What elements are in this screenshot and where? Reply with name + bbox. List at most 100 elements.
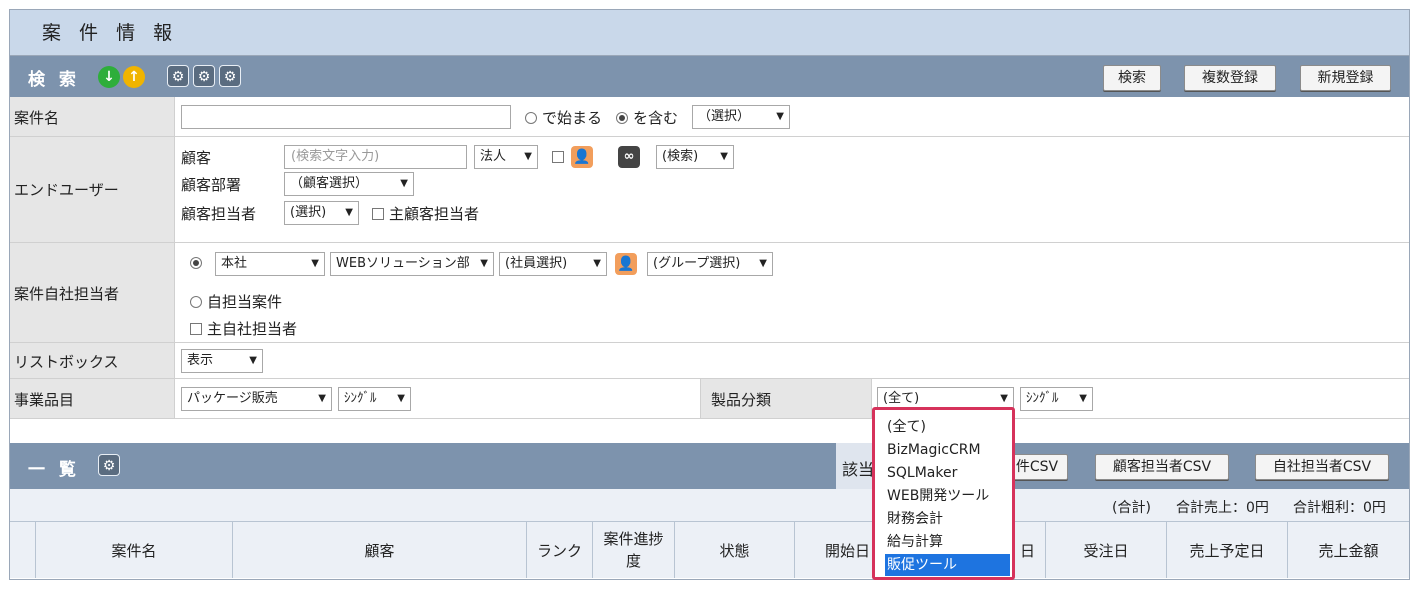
listbox-select-value: 表示: [187, 353, 214, 368]
column-label: 顧客: [364, 542, 395, 560]
business-item-mode-select[interactable]: ｼﾝｸﾞﾙ ▼: [338, 387, 411, 411]
chevron-down-icon: ▼: [311, 258, 319, 269]
dropdown-option-highlighted[interactable]: 販促ツール: [885, 554, 1010, 576]
main-customer-staff-checkbox[interactable]: [372, 208, 384, 220]
business-item-select[interactable]: パッケージ販売 ▼: [181, 387, 332, 411]
column-label: 売上金額: [1318, 542, 1379, 560]
product-label: 製品分類: [711, 391, 772, 409]
product-dropdown-list: (全て) BizMagicCRM SQLMaker WEB開発ツール 財務会計 …: [872, 407, 1015, 580]
column-header[interactable]: 顧客: [233, 522, 527, 578]
column-header[interactable]: 案件進捗度: [593, 522, 675, 578]
column-label: ランク: [536, 542, 582, 560]
chevron-down-icon: ▼: [593, 258, 601, 269]
dropdown-option[interactable]: WEB開発ツール: [885, 485, 1010, 507]
dropdown-option[interactable]: BizMagicCRM: [885, 439, 1010, 461]
column-header[interactable]: 売上金額: [1288, 522, 1409, 578]
case-name-match-select[interactable]: （選択） ▼: [692, 105, 790, 129]
gear-edit-icon[interactable]: ⚙: [219, 65, 241, 87]
customer-staff-csv-button[interactable]: 顧客担当者CSV: [1095, 454, 1229, 480]
person-icon[interactable]: 👤: [571, 146, 593, 168]
office-select-value: 本社: [221, 256, 248, 271]
customer-search-select[interactable]: (検索) ▼: [656, 145, 734, 169]
multi-register-button[interactable]: 複数登録: [1184, 65, 1276, 91]
chevron-down-icon: ▼: [397, 393, 405, 404]
column-label: 開始日: [825, 542, 871, 560]
business-item-label-cell: 事業品目: [10, 379, 175, 418]
self-cases-radio[interactable]: [190, 296, 202, 308]
gear-search-icon[interactable]: ⚙: [193, 65, 215, 87]
column-label: 売上予定日: [1189, 542, 1265, 560]
search-button[interactable]: 検索: [1103, 65, 1161, 91]
case-name-row: 案件名 で始まる を含む （選択） ▼: [10, 97, 1409, 137]
group-select[interactable]: (グループ選択) ▼: [647, 252, 773, 276]
binoculars-icon[interactable]: ∞: [618, 146, 640, 168]
dropdown-option[interactable]: 給与計算: [885, 531, 1010, 553]
dept-select[interactable]: WEBソリューション部 ▼: [330, 252, 494, 276]
main-own-staff-label: 主自社担当者: [207, 320, 298, 338]
gear-icon[interactable]: ⚙: [167, 65, 189, 87]
column-header[interactable]: ランク: [527, 522, 593, 578]
product-mode-select[interactable]: ｼﾝｸﾞﾙ ▼: [1020, 387, 1093, 411]
chevron-down-icon: ▼: [345, 207, 353, 218]
own-staff-csv-button[interactable]: 自社担当者CSV: [1255, 454, 1389, 480]
customer-checkbox[interactable]: [552, 151, 564, 163]
case-info-panel: 案 件 情 報 検 索 ↓ ↑ ⚙ ⚙ ⚙ 検索 複数登録 新規登録 案件名 で…: [9, 9, 1410, 580]
case-name-match-value: （選択）: [698, 109, 751, 124]
product-select-value: (全て): [883, 391, 920, 406]
new-register-button[interactable]: 新規登録: [1300, 65, 1391, 91]
customer-search-input[interactable]: (検索文字入力): [284, 145, 467, 169]
customer-search-select-value: (検索): [662, 149, 699, 164]
starts-with-radio[interactable]: [525, 112, 537, 124]
column-label: 案件進捗度: [603, 530, 664, 570]
column-label: 状態: [719, 542, 750, 560]
total-sales: 合計売上：0円: [1176, 500, 1269, 516]
contains-radio[interactable]: [616, 112, 628, 124]
main-own-staff-checkbox[interactable]: [190, 323, 202, 335]
dropdown-option[interactable]: SQLMaker: [885, 462, 1010, 484]
chevron-down-icon: ▼: [524, 151, 532, 162]
page-title-bar: 案 件 情 報: [10, 10, 1409, 56]
listbox-row: リストボックス 表示 ▼: [10, 343, 1409, 379]
case-name-input[interactable]: [181, 105, 511, 129]
own-staff-radio[interactable]: [190, 257, 202, 269]
dept-select-value: WEBソリューション部: [336, 256, 470, 271]
column-header[interactable]: 案件名: [36, 522, 233, 578]
employee-select[interactable]: (社員選択) ▼: [499, 252, 607, 276]
dropdown-option[interactable]: (全て): [885, 416, 1010, 438]
corp-select-value: 法人: [480, 149, 507, 164]
listbox-label-cell: リストボックス: [10, 343, 175, 378]
gear-icon[interactable]: ⚙: [98, 454, 120, 476]
end-user-row: エンドユーザー 顧客 (検索文字入力) 法人 ▼ 👤 ∞ (検索) ▼ 顧客部署 （…: [10, 137, 1409, 243]
office-select[interactable]: 本社 ▼: [215, 252, 325, 276]
case-csv-button[interactable]: 件CSV: [1006, 454, 1068, 480]
column-header[interactable]: 売上予定日: [1167, 522, 1288, 578]
summary-row: (合計) 合計売上：0円 合計粗利：0円: [10, 489, 1409, 522]
table-header: 案件名 顧客 ランク 案件進捗度 状態 開始日 日 受注日 売上予定日 売上金額: [10, 522, 1409, 578]
page-title: 案 件 情 報: [42, 22, 179, 44]
person-icon[interactable]: 👤: [615, 253, 637, 275]
group-select-value: (グループ選択): [653, 256, 741, 271]
end-user-label-cell: エンドユーザー: [10, 137, 175, 242]
employee-select-value: (社員選択): [505, 256, 568, 271]
search-header-bar: 検 索 ↓ ↑ ⚙ ⚙ ⚙ 検索 複数登録 新規登録: [10, 56, 1409, 97]
search-title: 検 索: [28, 70, 80, 90]
column-label: 案件名: [111, 542, 157, 560]
customer-label: 顧客: [181, 149, 212, 167]
own-staff-row: 案件自社担当者 本社 ▼ WEBソリューション部 ▼ (社員選択) ▼ 👤 (グループ…: [10, 243, 1409, 343]
arrow-down-icon[interactable]: ↓: [98, 66, 120, 88]
column-header[interactable]: 状態: [675, 522, 795, 578]
corp-select[interactable]: 法人 ▼: [474, 145, 538, 169]
arrow-up-icon[interactable]: ↑: [123, 66, 145, 88]
business-item-select-value: パッケージ販売: [187, 391, 278, 406]
listbox-select[interactable]: 表示 ▼: [181, 349, 263, 373]
hits-label-cell: 該当: [836, 443, 876, 489]
dropdown-option[interactable]: 財務会計: [885, 508, 1010, 530]
column-header[interactable]: 受注日: [1046, 522, 1167, 578]
customer-staff-select[interactable]: (選択) ▼: [284, 201, 359, 225]
column-label: 日: [1020, 542, 1036, 560]
own-staff-label: 案件自社担当者: [14, 285, 120, 303]
product-label-cell: 製品分類: [700, 379, 872, 418]
customer-dept-select[interactable]: （顧客選択） ▼: [284, 172, 414, 196]
business-item-mode-value: ｼﾝｸﾞﾙ: [344, 391, 377, 406]
summary-label: (合計): [1112, 500, 1151, 516]
